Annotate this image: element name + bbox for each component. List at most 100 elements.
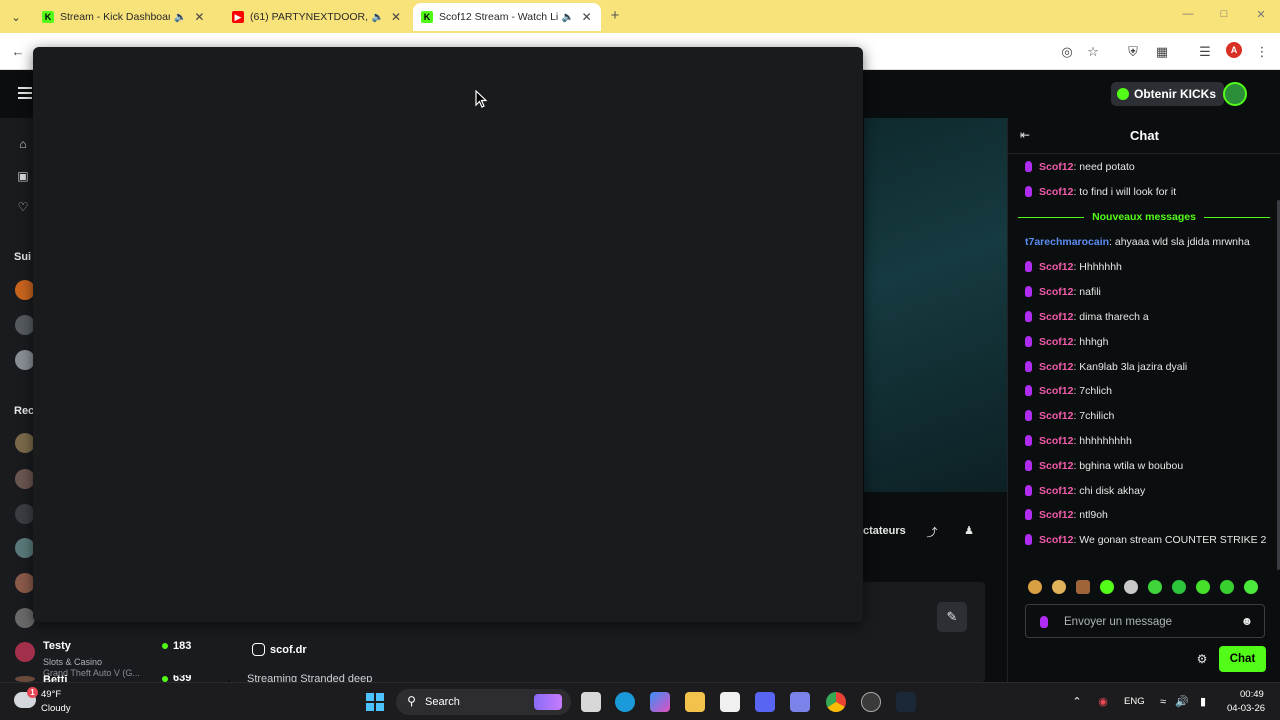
- steam-icon[interactable]: [896, 692, 916, 712]
- emote-icon[interactable]: [1244, 580, 1258, 594]
- taskbar-search[interactable]: ⚲ Search: [396, 689, 571, 715]
- extensions-puzzle-icon[interactable]: ▦: [1153, 43, 1171, 61]
- emote-icon[interactable]: [1028, 580, 1042, 594]
- profile-avatar[interactable]: A: [1226, 42, 1242, 58]
- broadcaster-badge-icon: [1025, 509, 1032, 520]
- new-tab-button[interactable]: +: [606, 7, 624, 25]
- copilot-icon[interactable]: [650, 692, 670, 712]
- clock-date[interactable]: 04-03-26: [1227, 703, 1265, 714]
- minimize-icon[interactable]: —: [1180, 8, 1196, 24]
- chat-username[interactable]: Scof12: [1039, 286, 1073, 298]
- tab-youtube[interactable]: ▶ (61) PARTYNEXTDOOR, Dra 🔈 ✕: [224, 3, 410, 31]
- tray-overflow-chevron-icon[interactable]: ⌃: [1070, 695, 1084, 709]
- heart-icon[interactable]: ♡: [16, 200, 30, 214]
- chat-username[interactable]: Scof12: [1039, 186, 1073, 198]
- emote-icon[interactable]: [1220, 580, 1234, 594]
- language-indicator[interactable]: ENG: [1124, 696, 1145, 707]
- more-menu-icon[interactable]: ⋮: [1253, 43, 1271, 61]
- edit-pencil-icon[interactable]: ✎: [937, 602, 967, 632]
- chat-message-input[interactable]: [1064, 612, 1234, 632]
- chat-username[interactable]: Scof12: [1039, 385, 1073, 397]
- video-player[interactable]: [864, 118, 1007, 492]
- start-windows-icon[interactable]: [366, 693, 384, 711]
- store-icon[interactable]: [720, 692, 740, 712]
- chat-username[interactable]: Scof12: [1039, 460, 1073, 472]
- emote-icon[interactable]: [1052, 580, 1066, 594]
- chat-username[interactable]: Scof12: [1039, 161, 1073, 173]
- recommended-channel-avatar[interactable]: [15, 469, 35, 489]
- wifi-icon[interactable]: ≈: [1156, 695, 1170, 709]
- home-icon[interactable]: ⌂: [16, 137, 30, 151]
- chat-username[interactable]: Scof12: [1039, 435, 1073, 447]
- emote-icon[interactable]: [1100, 580, 1114, 594]
- settings-app-icon[interactable]: [861, 692, 881, 712]
- chat-username[interactable]: Scof12: [1039, 410, 1073, 422]
- chat-message: Scof12: 7chlich: [1025, 383, 1270, 400]
- close-icon[interactable]: ✕: [390, 10, 402, 24]
- followed-channel-avatar[interactable]: [15, 315, 35, 335]
- add-user-icon[interactable]: ♟: [962, 524, 976, 538]
- emote-icon[interactable]: [1172, 580, 1186, 594]
- chrome-icon[interactable]: [826, 692, 846, 712]
- channel-name[interactable]: Testy: [43, 640, 71, 652]
- emote-icon[interactable]: [1196, 580, 1210, 594]
- maximize-icon[interactable]: □: [1216, 8, 1232, 24]
- channel-name[interactable]: Betti: [43, 675, 67, 682]
- edge-browser-icon[interactable]: [615, 692, 635, 712]
- speaker-icon[interactable]: 🔈: [562, 12, 575, 23]
- emote-icon[interactable]: [1076, 580, 1090, 594]
- share-icon[interactable]: ⤴: [925, 524, 939, 539]
- recommended-channel-avatar[interactable]: [15, 538, 35, 558]
- battery-icon[interactable]: ▮: [1196, 695, 1210, 709]
- get-kicks-button[interactable]: Obtenir KICKs: [1111, 82, 1225, 106]
- tab-scof12-stream[interactable]: K Scof12 Stream - Watch Live 🔈 ✕: [413, 3, 601, 31]
- window-close-icon[interactable]: ✕: [1253, 8, 1269, 24]
- discord-icon[interactable]: [755, 692, 775, 712]
- recommended-channel-avatar[interactable]: [15, 433, 35, 453]
- blank-popup-overlay[interactable]: [33, 47, 863, 622]
- broadcaster-badge-icon: [1025, 311, 1032, 322]
- emote-icon[interactable]: [1124, 580, 1138, 594]
- bookmark-star-icon[interactable]: ☆: [1084, 43, 1102, 61]
- tab-search-chevron-icon[interactable]: ⌄: [6, 7, 26, 27]
- clock-time[interactable]: 00:49: [1240, 689, 1264, 700]
- chat-username[interactable]: Scof12: [1039, 509, 1073, 521]
- channel-avatar-testy[interactable]: [15, 642, 35, 662]
- shield-extension-icon[interactable]: ⛨: [1124, 43, 1142, 61]
- emote-icon[interactable]: [1148, 580, 1162, 594]
- media-controls-icon[interactable]: ☰: [1196, 43, 1214, 61]
- tray-app-icon[interactable]: ◉: [1096, 695, 1110, 709]
- instagram-link[interactable]: scof.dr: [252, 643, 307, 656]
- emoji-picker-icon[interactable]: ☻: [1240, 614, 1254, 628]
- back-arrow-icon[interactable]: ←: [9, 43, 27, 61]
- hamburger-menu-icon[interactable]: [18, 87, 32, 99]
- close-icon[interactable]: ✕: [193, 10, 206, 24]
- chat-username[interactable]: Scof12: [1039, 261, 1073, 273]
- followed-channel-avatar[interactable]: [15, 350, 35, 370]
- followed-channel-avatar[interactable]: [15, 280, 35, 300]
- recommended-channel-avatar[interactable]: [15, 573, 35, 593]
- user-avatar[interactable]: [1223, 82, 1247, 106]
- task-view-icon[interactable]: [581, 692, 601, 712]
- file-explorer-icon[interactable]: [685, 692, 705, 712]
- chat-username[interactable]: Scof12: [1039, 311, 1073, 323]
- chat-username[interactable]: Scof12: [1039, 485, 1073, 497]
- chat-username[interactable]: Scof12: [1039, 534, 1073, 546]
- speaker-icon[interactable]: 🔈: [174, 12, 187, 23]
- eye-off-icon[interactable]: ◎: [1058, 43, 1076, 61]
- browse-icon[interactable]: ▣: [16, 169, 30, 183]
- recommended-channel-avatar[interactable]: [15, 608, 35, 628]
- chat-username[interactable]: t7arechmarocain: [1025, 236, 1109, 248]
- close-icon[interactable]: ✕: [580, 10, 593, 24]
- new-messages-label: Nouveaux messages: [1092, 211, 1196, 223]
- teams-icon[interactable]: [790, 692, 810, 712]
- chat-username[interactable]: Scof12: [1039, 361, 1073, 373]
- tab-title: (61) PARTYNEXTDOOR, Dra: [250, 11, 368, 23]
- chat-settings-gear-icon[interactable]: ⚙: [1195, 652, 1209, 666]
- volume-icon[interactable]: 🔊: [1175, 695, 1189, 709]
- send-chat-button[interactable]: Chat: [1219, 646, 1266, 672]
- tab-kick-dashboard[interactable]: K Stream - Kick Dashboard 🔈 ✕: [34, 3, 214, 31]
- recommended-channel-avatar[interactable]: [15, 504, 35, 524]
- speaker-icon[interactable]: 🔈: [372, 12, 384, 23]
- chat-username[interactable]: Scof12: [1039, 336, 1073, 348]
